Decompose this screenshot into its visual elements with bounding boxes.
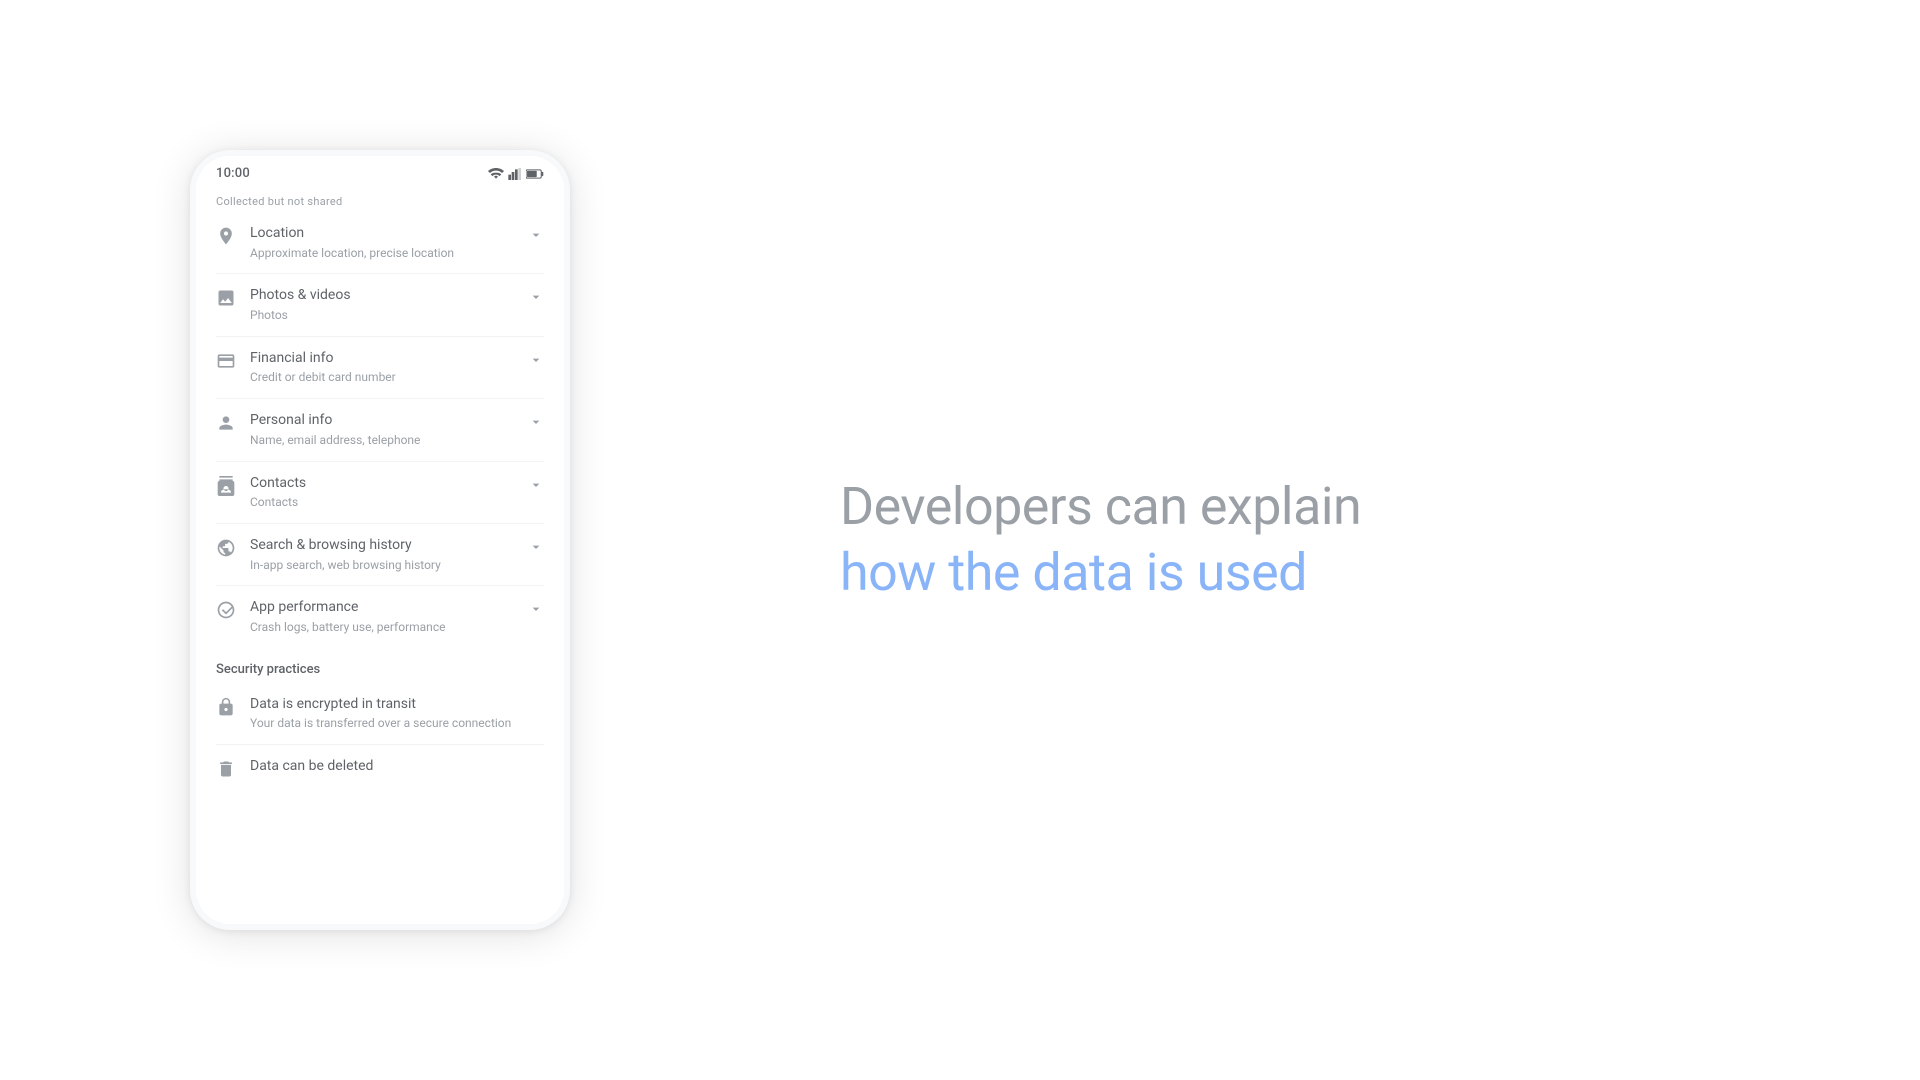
divider <box>216 273 544 274</box>
contacts-title: Contacts <box>250 474 514 494</box>
list-item[interactable]: Personal info Name, email address, telep… <box>196 401 564 458</box>
photos-chevron-icon <box>528 289 544 305</box>
list-item[interactable]: Contacts Contacts <box>196 464 564 521</box>
performance-title: App performance <box>250 598 514 618</box>
lock-icon <box>216 697 236 717</box>
battery-icon <box>526 168 544 180</box>
headline-blue: how the data is used <box>840 542 1800 604</box>
text-section: Developers can explain how the data is u… <box>760 396 1920 685</box>
location-subtitle: Approximate location, precise location <box>250 245 514 262</box>
personal-chevron-icon <box>528 414 544 430</box>
personal-title: Personal info <box>250 411 514 431</box>
performance-chevron-icon <box>528 601 544 617</box>
photo-icon <box>216 288 236 308</box>
trash-icon <box>216 759 236 779</box>
encrypted-content: Data is encrypted in transit Your data i… <box>250 695 544 732</box>
divider <box>216 744 544 745</box>
security-section-label: Security practices <box>196 646 564 685</box>
photos-subtitle: Photos <box>250 307 514 324</box>
list-item[interactable]: Photos & videos Photos <box>196 276 564 333</box>
performance-icon <box>216 600 236 620</box>
divider <box>216 461 544 462</box>
deletable-title: Data can be deleted <box>250 757 544 777</box>
personal-subtitle: Name, email address, telephone <box>250 432 514 449</box>
list-item[interactable]: Financial info Credit or debit card numb… <box>196 339 564 396</box>
photos-content: Photos & videos Photos <box>250 286 514 323</box>
search-chevron-icon <box>528 539 544 555</box>
page-wrapper: 10:00 <box>0 0 1920 1080</box>
person-icon <box>216 413 236 433</box>
personal-content: Personal info Name, email address, telep… <box>250 411 514 448</box>
location-content: Location Approximate location, precise l… <box>250 224 514 261</box>
phone-content[interactable]: Collected but not shared Location Approx… <box>196 187 564 924</box>
financial-title: Financial info <box>250 349 514 369</box>
encrypted-title: Data is encrypted in transit <box>250 695 544 715</box>
financial-chevron-icon <box>528 352 544 368</box>
status-bar: 10:00 <box>196 156 564 187</box>
status-time: 10:00 <box>216 166 250 181</box>
headline-dark: Developers can explain <box>840 476 1800 538</box>
phone-mockup: 10:00 <box>190 150 570 930</box>
search-content: Search & browsing history In-app search,… <box>250 536 514 573</box>
list-item: Data is encrypted in transit Your data i… <box>196 685 564 742</box>
wifi-icon <box>488 168 504 180</box>
signal-icon <box>508 168 522 180</box>
performance-content: App performance Crash logs, battery use,… <box>250 598 514 635</box>
search-title: Search & browsing history <box>250 536 514 556</box>
list-item: Data can be deleted <box>196 747 564 789</box>
deletable-content: Data can be deleted <box>250 757 544 777</box>
contacts-chevron-icon <box>528 477 544 493</box>
performance-subtitle: Crash logs, battery use, performance <box>250 619 514 636</box>
phone-screen: 10:00 <box>196 156 564 924</box>
location-chevron-icon <box>528 227 544 243</box>
photos-title: Photos & videos <box>250 286 514 306</box>
list-item[interactable]: Search & browsing history In-app search,… <box>196 526 564 583</box>
list-item[interactable]: App performance Crash logs, battery use,… <box>196 588 564 645</box>
location-title: Location <box>250 224 514 244</box>
search-subtitle: In-app search, web browsing history <box>250 557 514 574</box>
contacts-icon <box>216 476 236 496</box>
divider <box>216 523 544 524</box>
encrypted-subtitle: Your data is transferred over a secure c… <box>250 715 544 732</box>
financial-subtitle: Credit or debit card number <box>250 369 514 386</box>
status-icons <box>488 168 544 180</box>
contacts-subtitle: Contacts <box>250 494 514 511</box>
list-item[interactable]: Location Approximate location, precise l… <box>196 214 564 271</box>
collected-label: Collected but not shared <box>196 187 564 214</box>
financial-content: Financial info Credit or debit card numb… <box>250 349 514 386</box>
credit-card-icon <box>216 351 236 371</box>
contacts-content: Contacts Contacts <box>250 474 514 511</box>
divider <box>216 585 544 586</box>
globe-icon <box>216 538 236 558</box>
location-icon <box>216 226 236 246</box>
phone-section: 10:00 <box>0 0 760 1080</box>
divider <box>216 336 544 337</box>
divider <box>216 398 544 399</box>
